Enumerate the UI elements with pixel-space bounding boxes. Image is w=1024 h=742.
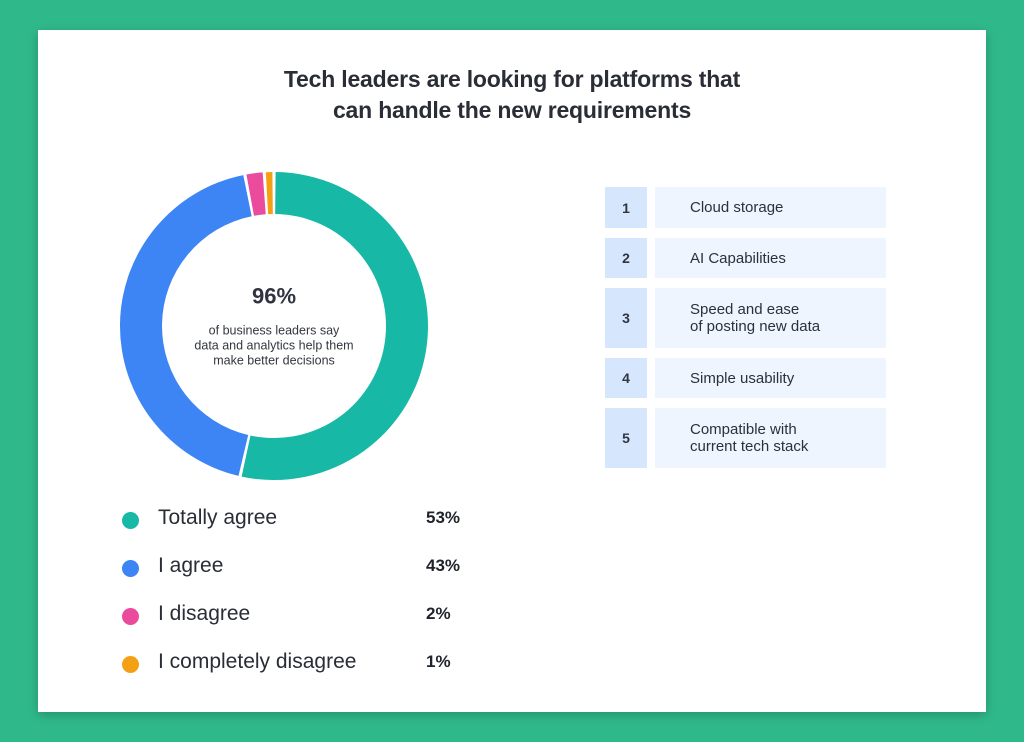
requirement-text: Compatible with current tech stack <box>655 408 886 468</box>
center-value: 96% <box>251 283 297 309</box>
legend-label: Totally agree <box>158 506 278 529</box>
legend-dot-icon <box>122 512 139 529</box>
legend-dot-icon <box>122 608 139 625</box>
legend-value: 2% <box>426 604 451 623</box>
legend-item: Totally agree 53% <box>122 502 482 550</box>
legend-item: I agree 43% <box>122 550 482 598</box>
requirement-text: AI Capabilities <box>655 238 886 278</box>
requirement-text: Speed and ease of posting new data <box>655 288 886 348</box>
legend-dot-icon <box>122 656 139 673</box>
title-line-2: can handle the new requirements <box>332 97 692 123</box>
donut-slice-i-completely-disagree <box>265 172 273 215</box>
donut-chart: 96% of business leaders say data and ana… <box>117 169 431 483</box>
requirement-text: Simple usability <box>655 358 886 398</box>
requirement-rank: 4 <box>605 358 647 398</box>
requirement-item: 2 AI Capabilities <box>605 238 886 278</box>
title-line-1: Tech leaders are looking for platforms t… <box>283 66 741 92</box>
center-caption-line: data and analytics help them <box>194 338 354 353</box>
center-caption-line: of business leaders say <box>208 323 340 338</box>
legend-item: I disagree 2% <box>122 598 482 646</box>
legend-value: 53% <box>426 508 461 527</box>
requirement-text: Cloud storage <box>655 187 886 228</box>
center-caption-line: make better decisions <box>213 353 335 368</box>
chart-title: Tech leaders are looking for platforms t… <box>38 64 986 126</box>
legend-label: I agree <box>158 554 224 577</box>
requirement-rank: 5 <box>605 408 647 468</box>
requirement-item: 4 Simple usability <box>605 358 886 398</box>
legend-value: 43% <box>426 556 461 575</box>
requirement-rank: 2 <box>605 238 647 278</box>
requirement-rank: 3 <box>605 288 647 348</box>
center-caption: of business leaders say data and analyti… <box>159 324 389 369</box>
requirements-list: 1 Cloud storage 2 AI Capabilities 3 Spee… <box>605 187 886 478</box>
requirement-item: 1 Cloud storage <box>605 187 886 228</box>
requirement-item: 3 Speed and ease of posting new data <box>605 288 886 348</box>
infographic-card: Tech leaders are looking for platforms t… <box>38 30 986 712</box>
legend-label: I completely disagree <box>158 650 357 673</box>
legend-dot-icon <box>122 560 139 577</box>
requirement-rank: 1 <box>605 187 647 228</box>
legend: Totally agree 53% I agree 43% I disagree… <box>122 502 482 694</box>
donut-center: 96% of business leaders say data and ana… <box>159 284 389 369</box>
requirement-item: 5 Compatible with current tech stack <box>605 408 886 468</box>
legend-label: I disagree <box>158 602 251 625</box>
legend-item: I completely disagree 1% <box>122 646 482 694</box>
legend-value: 1% <box>426 652 451 671</box>
